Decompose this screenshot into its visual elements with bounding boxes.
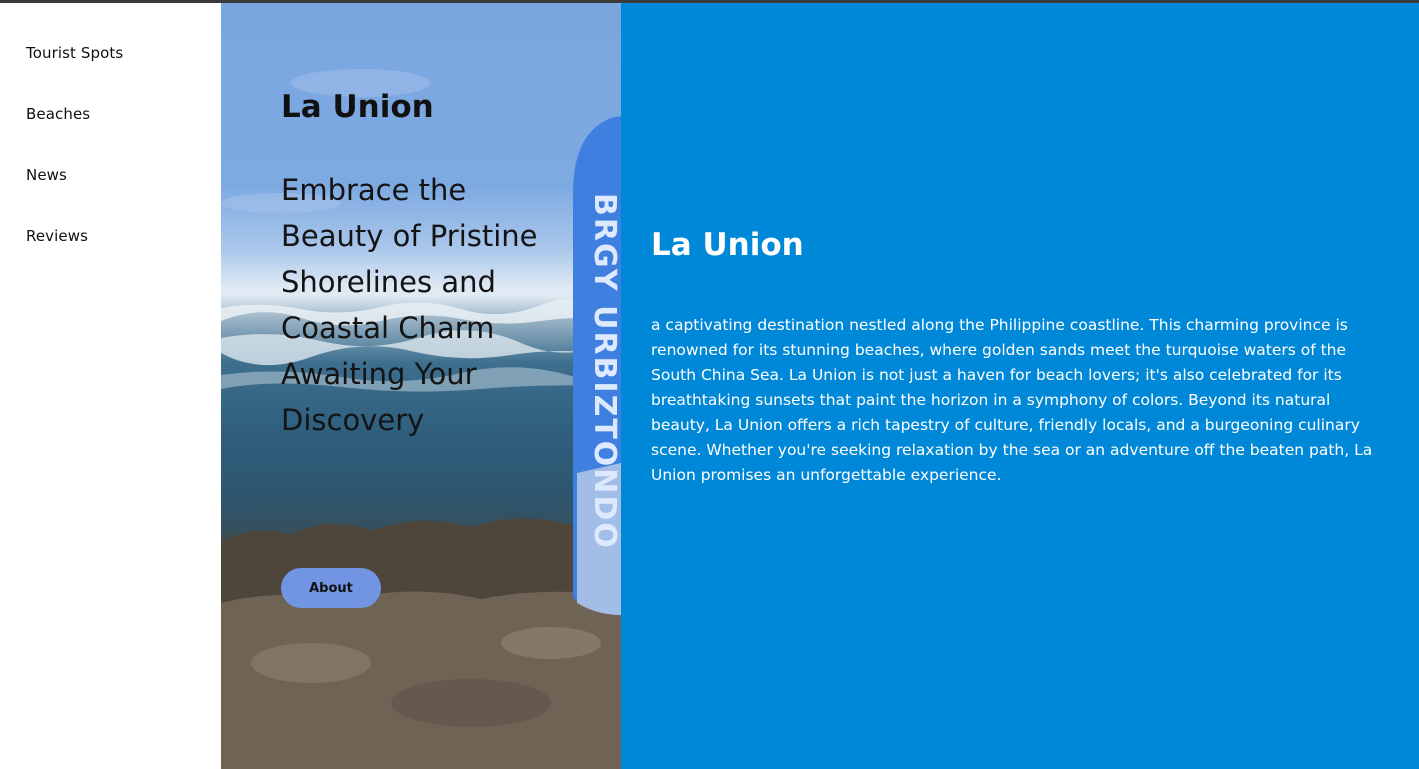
info-description: a captivating destination nestled along … [651, 316, 1373, 484]
hero-tagline: Embrace the Beauty of Pristine Shoreline… [281, 173, 538, 437]
nav-item-tourist-spots[interactable]: Tourist Spots [26, 44, 123, 62]
about-button[interactable]: About [281, 568, 381, 608]
nav-item-beaches[interactable]: Beaches [26, 105, 90, 123]
info-panel: La Union a captivating destination nestl… [621, 3, 1419, 769]
nav-item-reviews[interactable]: Reviews [26, 227, 88, 245]
info-title: La Union [651, 227, 804, 263]
sidebar-nav: Tourist Spots Beaches News Reviews [0, 3, 221, 769]
hero-section: BRGY URBIZTONDO La Union Embrace the Bea… [221, 3, 621, 769]
nav-item-news[interactable]: News [26, 166, 67, 184]
surfboard-label: BRGY URBIZTONDO [587, 193, 621, 550]
hero-title: La Union [281, 89, 434, 125]
surfboard-graphic: BRGY URBIZTONDO [573, 116, 621, 615]
